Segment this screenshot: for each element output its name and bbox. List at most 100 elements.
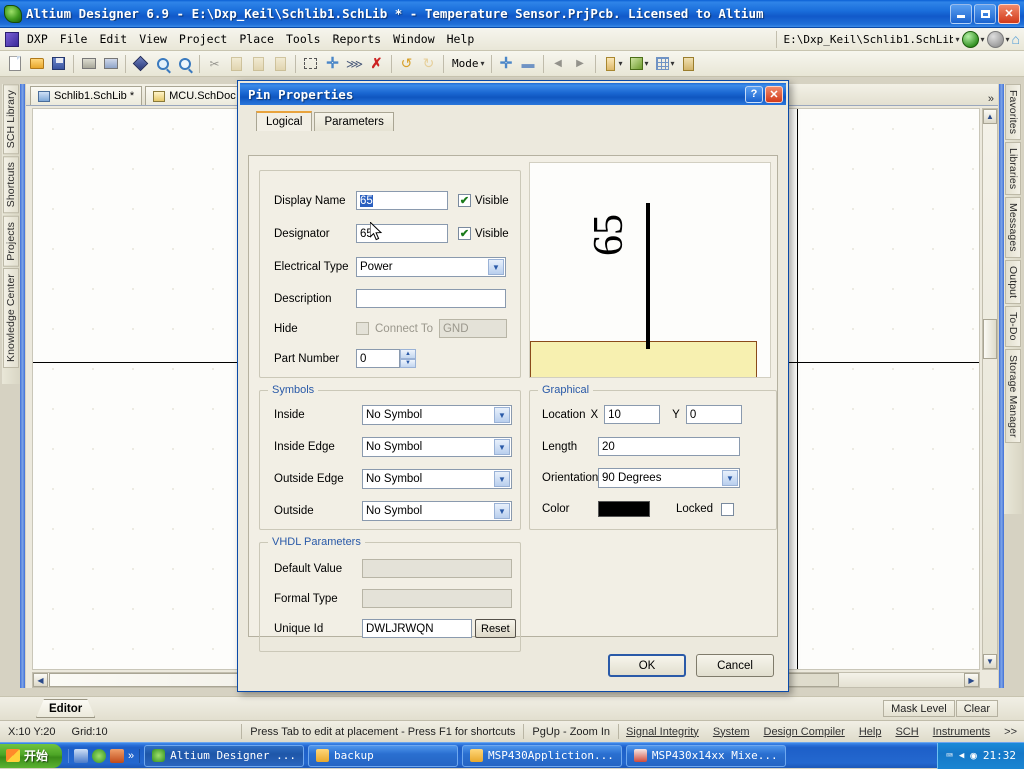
- menu-item-window[interactable]: Window: [387, 30, 441, 48]
- document-tab-mcu-schdoc[interactable]: MCU.SchDoc: [145, 86, 244, 105]
- address-dropdown-icon[interactable]: ▾: [955, 35, 959, 44]
- ok-button[interactable]: OK: [608, 654, 686, 677]
- sidebar-item-favorites[interactable]: Favorites: [1005, 84, 1021, 140]
- scroll-left-icon[interactable]: ◀: [33, 673, 48, 687]
- designator-visible-checkbox[interactable]: ✔: [458, 227, 471, 240]
- save-icon[interactable]: [48, 53, 69, 74]
- sidebar-item-shortcuts[interactable]: Shortcuts: [3, 156, 19, 213]
- document-tab-schlib1[interactable]: Schlib1.SchLib *: [30, 86, 142, 105]
- scroll-up-icon[interactable]: ▲: [983, 109, 997, 124]
- add-part-icon[interactable]: ✛: [496, 53, 517, 74]
- menu-item-file[interactable]: File: [54, 30, 94, 48]
- forward-icon[interactable]: [987, 31, 1004, 48]
- electrical-type-select[interactable]: Power ▼: [356, 257, 506, 277]
- mask-level-button[interactable]: Mask Level: [883, 700, 955, 717]
- display-name-input[interactable]: 65: [356, 191, 448, 210]
- locked-checkbox[interactable]: [721, 503, 734, 516]
- symbol-outside-edge-select[interactable]: No Symbol ▼: [362, 469, 512, 489]
- status-button-design-compiler[interactable]: Design Compiler: [757, 724, 852, 740]
- sidebar-item-to-do[interactable]: To-Do: [1005, 306, 1021, 347]
- quicklaunch-browser-icon[interactable]: [92, 749, 106, 763]
- address-bar[interactable]: E:\Dxp_Keil\Schlib1.SchLib?Viev ▾ ▾ ▾ ⌂: [776, 31, 1020, 48]
- grid-icon[interactable]: [652, 53, 673, 74]
- undo-icon[interactable]: ↺: [396, 53, 417, 74]
- location-x-input[interactable]: 10: [604, 405, 660, 424]
- clear-selection-icon[interactable]: ✗: [366, 53, 387, 74]
- status-button-signal-integrity[interactable]: Signal Integrity: [619, 724, 706, 740]
- back-dropdown-icon[interactable]: ▾: [981, 35, 985, 44]
- mode-dropdown-icon[interactable]: ▾: [481, 59, 485, 68]
- menu-item-dxp[interactable]: DXP: [21, 30, 54, 48]
- canvas-vertical-scrollbar[interactable]: ▲ ▼: [982, 108, 998, 670]
- zoom-out-icon[interactable]: [174, 53, 195, 74]
- chevron-down-icon[interactable]: ▼: [494, 471, 510, 487]
- quicklaunch-overflow-icon[interactable]: »: [128, 750, 134, 762]
- tray-expand-icon[interactable]: ◀: [959, 751, 964, 761]
- chevron-down-icon[interactable]: ▼: [494, 407, 510, 423]
- sidebar-item-messages[interactable]: Messages: [1005, 197, 1021, 258]
- taskbar-item-altium[interactable]: Altium Designer ...: [144, 745, 304, 767]
- symbol-outside-select[interactable]: No Symbol ▼: [362, 501, 512, 521]
- ruler-icon[interactable]: [600, 53, 621, 74]
- reset-unique-id-button[interactable]: Reset: [475, 619, 516, 638]
- symbol-inside-select[interactable]: No Symbol ▼: [362, 405, 512, 425]
- select-area-icon[interactable]: [300, 53, 321, 74]
- tab-logical[interactable]: Logical: [256, 111, 312, 131]
- part-number-input[interactable]: 0: [356, 349, 400, 368]
- menu-item-tools[interactable]: Tools: [280, 30, 327, 48]
- back-icon[interactable]: [962, 31, 979, 48]
- taskbar-item-msp430x14xx[interactable]: MSP430x14xx Mixe...: [626, 745, 786, 767]
- vertical-scroll-thumb[interactable]: [983, 319, 997, 359]
- dialog-close-button[interactable]: ✕: [765, 86, 783, 103]
- display-name-visible-checkbox[interactable]: ✔: [458, 194, 471, 207]
- open-document-icon[interactable]: [26, 53, 47, 74]
- sidebar-item-projects[interactable]: Projects: [3, 216, 19, 267]
- unique-id-input[interactable]: DWLJRWQN: [362, 619, 472, 638]
- taskbar-item-backup[interactable]: backup: [308, 745, 458, 767]
- color-swatch[interactable]: [598, 501, 650, 517]
- tray-volume-icon[interactable]: ◉: [970, 749, 977, 762]
- status-button-sch[interactable]: SCH: [888, 724, 925, 740]
- tray-clock[interactable]: 21:32: [983, 749, 1016, 762]
- library-icon[interactable]: [678, 53, 699, 74]
- stepper-down-icon[interactable]: ▼: [400, 359, 416, 369]
- status-button-system[interactable]: System: [706, 724, 757, 740]
- editor-tab[interactable]: Editor: [36, 699, 95, 718]
- ruler-dropdown-icon[interactable]: ▾: [619, 59, 623, 68]
- tab-overflow-icon[interactable]: »: [988, 93, 994, 105]
- forward-dropdown-icon[interactable]: ▾: [1006, 35, 1010, 44]
- home-icon[interactable]: ⌂: [1012, 31, 1020, 47]
- scroll-right-icon[interactable]: ▶: [964, 673, 979, 687]
- deselect-icon[interactable]: ⋙: [344, 53, 365, 74]
- designator-input[interactable]: 65: [356, 224, 448, 243]
- clear-mask-button[interactable]: Clear: [956, 700, 998, 717]
- draw-tools-icon[interactable]: [626, 53, 647, 74]
- remove-part-icon[interactable]: ▬: [518, 53, 539, 74]
- sidebar-item-output[interactable]: Output: [1005, 260, 1021, 304]
- cancel-button[interactable]: Cancel: [696, 654, 774, 677]
- print-preview-icon[interactable]: [100, 53, 121, 74]
- menu-item-edit[interactable]: Edit: [93, 30, 133, 48]
- sidebar-item-libraries[interactable]: Libraries: [1005, 142, 1021, 195]
- quicklaunch-media-icon[interactable]: [74, 749, 88, 763]
- start-button[interactable]: 开始: [0, 744, 62, 768]
- taskbar-item-msp430appliction[interactable]: MSP430Appliction...: [462, 745, 622, 767]
- menu-item-reports[interactable]: Reports: [327, 30, 387, 48]
- zoom-in-icon[interactable]: [152, 53, 173, 74]
- part-number-stepper[interactable]: ▲ ▼: [400, 349, 416, 368]
- quicklaunch-app-icon[interactable]: [110, 749, 124, 763]
- menu-item-project[interactable]: Project: [173, 30, 233, 48]
- sidebar-item-storage-manager[interactable]: Storage Manager: [1005, 349, 1021, 444]
- chevron-down-icon[interactable]: ▼: [722, 470, 738, 486]
- sidebar-item-knowledge-center[interactable]: Knowledge Center: [3, 268, 19, 368]
- fit-document-icon[interactable]: [130, 53, 151, 74]
- location-y-input[interactable]: 0: [686, 405, 742, 424]
- close-button[interactable]: ✕: [998, 4, 1020, 24]
- minimize-button[interactable]: [950, 4, 972, 24]
- tab-parameters[interactable]: Parameters: [314, 112, 393, 131]
- status-button-help[interactable]: Help: [852, 724, 889, 740]
- print-icon[interactable]: [78, 53, 99, 74]
- length-input[interactable]: 20: [598, 437, 740, 456]
- stepper-up-icon[interactable]: ▲: [400, 349, 416, 359]
- dialog-help-button[interactable]: ?: [745, 86, 763, 103]
